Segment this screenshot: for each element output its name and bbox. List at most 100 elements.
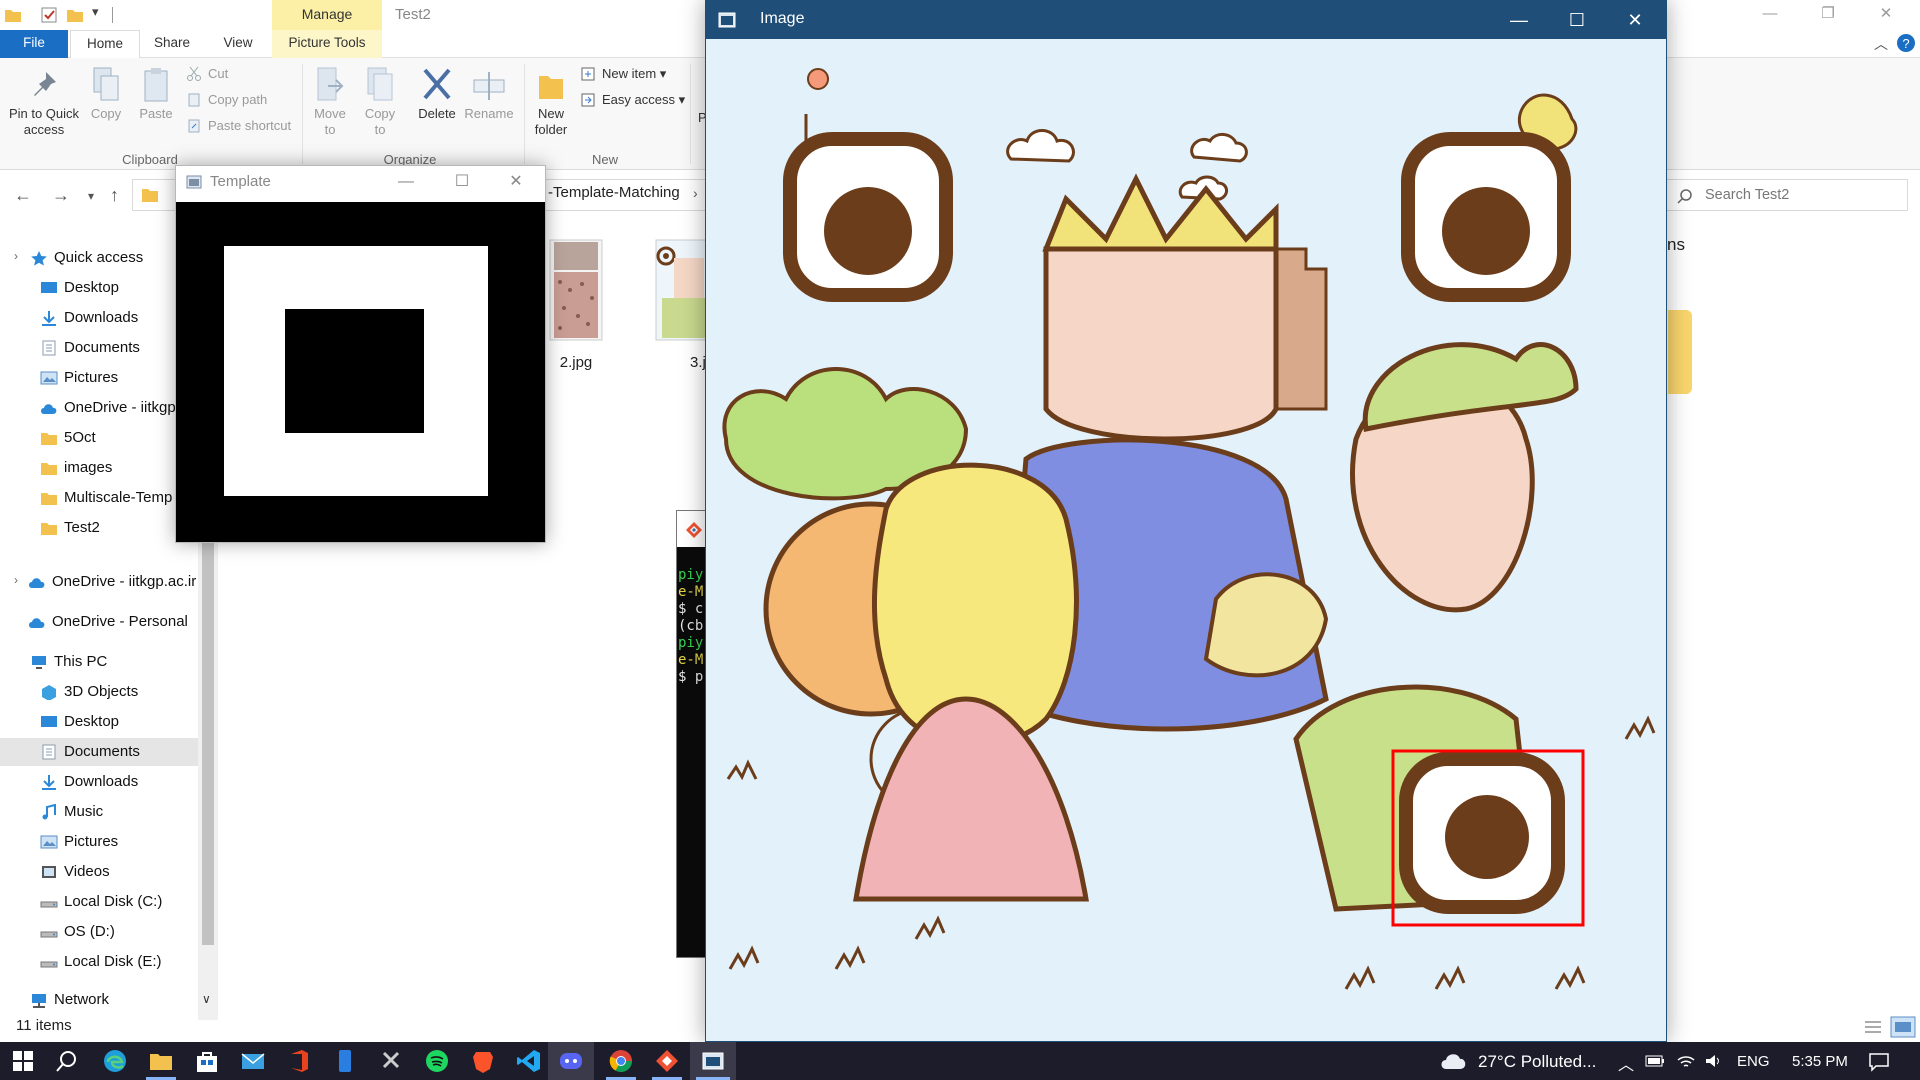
sidebar-item[interactable]: Local Disk (C:) bbox=[40, 888, 198, 916]
sidebar-item[interactable]: This PC bbox=[30, 648, 198, 676]
address-path[interactable]: -Template-Matching bbox=[548, 184, 680, 201]
git-bash-icon[interactable] bbox=[654, 1048, 680, 1074]
group-separator bbox=[302, 64, 303, 164]
template-window[interactable]: Template — ☐ ✕ bbox=[175, 165, 546, 543]
svg-text:?: ? bbox=[1902, 36, 1909, 51]
rename-button[interactable]: Rename bbox=[464, 66, 514, 122]
recent-locations-icon[interactable]: ▾ bbox=[88, 189, 94, 203]
sidebar-item[interactable]: Quick access bbox=[30, 244, 198, 272]
cloud-weather-icon[interactable] bbox=[1440, 1051, 1470, 1071]
wifi-icon[interactable] bbox=[1676, 1052, 1696, 1070]
git-bash-icon bbox=[686, 522, 702, 538]
language-indicator[interactable]: ENG bbox=[1737, 1053, 1770, 1070]
scroll-down-icon[interactable]: ∨ bbox=[202, 992, 211, 1006]
volume-icon[interactable] bbox=[1704, 1053, 1722, 1069]
sidebar-item[interactable]: Pictures bbox=[40, 828, 198, 856]
brave-icon[interactable] bbox=[470, 1048, 496, 1074]
marker-top-right bbox=[1401, 132, 1571, 302]
copy-button[interactable]: Copy bbox=[86, 66, 126, 122]
sidebar-item-label: Downloads bbox=[64, 773, 139, 790]
copy-to-button[interactable]: Copy to bbox=[360, 66, 400, 138]
up-icon[interactable]: ↑ bbox=[110, 185, 119, 206]
back-icon[interactable]: ← bbox=[14, 185, 32, 206]
help-icon[interactable]: ? bbox=[1896, 33, 1916, 53]
store-icon[interactable] bbox=[194, 1048, 220, 1074]
chrome-icon[interactable] bbox=[608, 1048, 634, 1074]
sidebar-item[interactable]: OneDrive - iitkgp.ac.ir bbox=[28, 568, 198, 596]
download-icon bbox=[40, 310, 58, 326]
sidebar-item[interactable]: Local Disk (E:) bbox=[40, 948, 198, 976]
sidebar-item[interactable]: 3D Objects bbox=[40, 678, 198, 706]
sidebar-item[interactable]: Music bbox=[40, 798, 198, 826]
details-view-icon[interactable] bbox=[1862, 1018, 1884, 1036]
notifications-icon[interactable] bbox=[1868, 1052, 1890, 1072]
vscode-icon[interactable] bbox=[516, 1048, 542, 1074]
terminal-line: e-M bbox=[678, 652, 704, 668]
new-folder-button[interactable]: New folder bbox=[530, 66, 572, 138]
easy-access-button[interactable]: Easy access ▾ bbox=[580, 90, 685, 110]
sidebar-item[interactable]: Videos bbox=[40, 858, 198, 886]
customize-toolbar-icon[interactable]: ▾ bbox=[92, 4, 99, 20]
tab-picture-tools[interactable]: Picture Tools bbox=[272, 30, 382, 58]
tab-file[interactable]: File bbox=[0, 30, 68, 58]
copy-label: Copy bbox=[90, 106, 122, 121]
mail-icon[interactable] bbox=[240, 1048, 266, 1074]
sidebar-item[interactable]: Desktop bbox=[40, 708, 198, 736]
tab-home[interactable]: Home bbox=[70, 30, 140, 59]
tab-share[interactable]: Share bbox=[150, 30, 194, 58]
tab-view[interactable]: View bbox=[216, 30, 260, 58]
file-item[interactable]: 3.j bbox=[652, 238, 712, 371]
sidebar-item[interactable]: Network bbox=[30, 986, 198, 1014]
terminal-window[interactable]: piy e-M $ c (cb piy e-M $ p bbox=[676, 510, 707, 958]
close-button[interactable]: ✕ bbox=[1858, 0, 1914, 30]
new-folder-icon[interactable] bbox=[66, 6, 84, 24]
payroll-app-icon[interactable] bbox=[378, 1048, 404, 1074]
properties-icon[interactable] bbox=[40, 6, 58, 24]
minimize-button[interactable]: — bbox=[1742, 0, 1798, 30]
battery-icon[interactable] bbox=[1645, 1055, 1665, 1067]
cut-button[interactable]: Cut bbox=[186, 64, 228, 84]
paste-shortcut-button[interactable]: Paste shortcut bbox=[186, 116, 291, 136]
new-item-button[interactable]: New item ▾ bbox=[580, 64, 666, 84]
large-icons-view-icon[interactable] bbox=[1890, 1016, 1916, 1038]
sidebar-item[interactable]: Downloads bbox=[40, 768, 198, 796]
clock[interactable]: 5:35 PM bbox=[1792, 1053, 1848, 1070]
copy-path-button[interactable]: Copy path bbox=[186, 90, 267, 110]
forward-icon[interactable]: → bbox=[52, 185, 70, 206]
copy-to-icon bbox=[367, 67, 393, 101]
delete-button[interactable]: Delete bbox=[412, 66, 462, 122]
collapse-ribbon-icon[interactable]: ︿ bbox=[1874, 34, 1888, 54]
image-window[interactable]: Image — ☐ ✕ bbox=[705, 0, 1667, 1042]
discord-icon[interactable] bbox=[558, 1048, 584, 1074]
expand-chevron-icon[interactable]: › bbox=[14, 249, 18, 263]
move-to-button[interactable]: Move to bbox=[310, 66, 350, 138]
search-input[interactable]: Search Test2 bbox=[1666, 179, 1908, 211]
chevron-right-icon[interactable]: › bbox=[693, 185, 698, 201]
file-item[interactable]: 2.jpg bbox=[546, 238, 606, 371]
paste-button[interactable]: Paste bbox=[136, 66, 176, 122]
close-button[interactable]: ✕ bbox=[1606, 1, 1664, 39]
manage-context-tab[interactable]: Manage bbox=[272, 0, 382, 30]
chevron-up-icon[interactable]: ︿ bbox=[1618, 1051, 1634, 1075]
folder-thumbnail[interactable] bbox=[1668, 310, 1692, 394]
weather-text[interactable]: 27°C Polluted... bbox=[1478, 1052, 1596, 1072]
restore-button[interactable]: ❐ bbox=[1800, 0, 1856, 30]
maximize-button[interactable]: ☐ bbox=[1548, 1, 1606, 39]
office-icon[interactable] bbox=[286, 1048, 312, 1074]
minimize-button[interactable]: — bbox=[1490, 1, 1548, 39]
spotify-icon[interactable] bbox=[424, 1048, 450, 1074]
sidebar-item[interactable]: OS (D:) bbox=[40, 918, 198, 946]
expand-chevron-icon[interactable]: › bbox=[14, 573, 18, 587]
sidebar-item[interactable]: OneDrive - Personal bbox=[28, 608, 198, 636]
search-icon[interactable] bbox=[54, 1048, 80, 1074]
maximize-button[interactable]: ☐ bbox=[440, 168, 484, 198]
close-button[interactable]: ✕ bbox=[494, 168, 538, 198]
phone-link-icon[interactable] bbox=[332, 1048, 358, 1074]
windows-start-icon[interactable] bbox=[10, 1048, 36, 1074]
pin-quick-access-button[interactable]: Pin to Quick access bbox=[6, 70, 82, 138]
edge-icon[interactable] bbox=[102, 1048, 128, 1074]
sidebar-item[interactable]: Documents bbox=[0, 738, 198, 766]
python-window-icon[interactable] bbox=[700, 1048, 726, 1074]
file-explorer-icon[interactable] bbox=[148, 1048, 174, 1074]
minimize-button[interactable]: — bbox=[384, 168, 428, 198]
